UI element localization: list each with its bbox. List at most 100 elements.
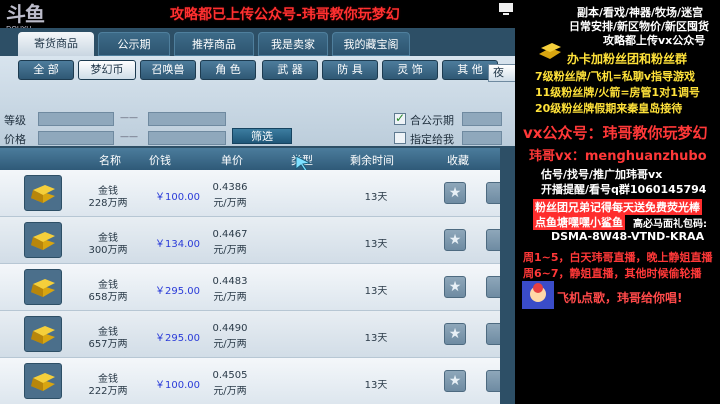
listing-table: 金钱 228万两 ￥100.00 0.4386 元/万两 13天 ★ 金钱 30… <box>0 170 506 404</box>
item-price: ￥134.00 <box>155 239 200 250</box>
item-unit-price: 0.4483 <box>212 276 248 287</box>
wechat-id: 玮哥vx：menghuanzhubo <box>529 149 707 164</box>
item-unit-price: 0.4467 <box>212 229 248 240</box>
gold-icon <box>24 269 62 305</box>
item-time: 13天 <box>364 239 388 250</box>
item-unit-price: 0.4505 <box>212 370 248 381</box>
tab-seller[interactable]: 我是卖家 <box>258 32 328 56</box>
star-icon[interactable]: ★ <box>444 229 466 251</box>
stream-info-panel: 副本/看戏/神器/牧场/迷宫 日常安排/新区物价/新区囤货 攻略都上传vx公众号… <box>515 0 720 404</box>
assigned-field[interactable] <box>462 131 502 145</box>
gold-icon <box>24 316 62 352</box>
item-time: 13天 <box>364 286 388 297</box>
item-unit-price: 0.4386 <box>212 182 248 193</box>
level-min-field[interactable] <box>38 112 114 126</box>
table-row[interactable]: 金钱 300万两 ￥134.00 0.4467 元/万两 13天 ★ <box>0 217 506 264</box>
fan-level-line: 7级粉丝牌/飞机=私聊v指导游戏 <box>535 70 696 83</box>
category-pet[interactable]: 召唤兽 <box>140 60 196 80</box>
item-time: 13天 <box>364 192 388 203</box>
screen: 斗鱼 DOUYU 攻略都已上传公众号-玮哥教你玩梦幻 寄货商品 公示期 推荐商品… <box>0 0 720 404</box>
monitor-icon <box>499 3 513 15</box>
tab-consignment[interactable]: 寄货商品 <box>18 32 94 56</box>
star-icon[interactable]: ★ <box>444 323 466 345</box>
item-price: ￥100.00 <box>155 380 200 391</box>
estimate-line: 估号/找号/推广加玮哥vx <box>541 168 663 181</box>
item-amount: 657万两 <box>88 339 128 350</box>
item-amount: 300万两 <box>88 245 128 256</box>
gift-code: DSMA-8W48-VTND-KRAA <box>551 230 705 243</box>
item-time: 13天 <box>364 333 388 344</box>
item-unit-label: 元/万两 <box>213 339 247 350</box>
gold-icon <box>24 175 62 211</box>
item-amount: 228万两 <box>88 198 128 209</box>
price-max-field[interactable] <box>148 131 226 145</box>
fan-gift-line: 粉丝团兄弟记得每天送免费荧光棒 <box>533 199 702 215</box>
fan-level-line: 20级粉丝牌假期来秦皇岛接待 <box>535 102 683 115</box>
filter-button[interactable]: 筛选 <box>232 128 292 144</box>
qq-group-line: 开播提醒/看号q群1060145794 <box>541 183 707 196</box>
footer-text: 飞机点歌，玮哥给你唱! <box>557 291 683 305</box>
item-price: ￥295.00 <box>155 286 200 297</box>
scrollbar[interactable] <box>500 148 515 404</box>
fan-level-line: 11级粉丝牌/火箭=房管1对1调号 <box>535 86 700 99</box>
public-period-field[interactable] <box>462 112 502 126</box>
category-weapon[interactable]: 武 器 <box>262 60 318 80</box>
filter-panel: 全 部 梦幻币 召唤兽 角 色 武 器 防 具 灵 饰 其 他 等级 —— 价格… <box>0 56 515 146</box>
tab-bar: 寄货商品 公示期 推荐商品 我是卖家 我的藏宝阁 <box>0 32 515 56</box>
gold-bar-icon <box>539 43 561 59</box>
wechat-public-account: vx公众号：玮哥教你玩梦幻 <box>523 124 708 142</box>
level-dash: —— <box>120 113 138 123</box>
level-label: 等级 <box>4 114 26 127</box>
sort-direction-field[interactable]: 夜 <box>488 64 515 82</box>
item-unit-price: 0.4490 <box>212 323 248 334</box>
category-ornament[interactable]: 灵 饰 <box>382 60 438 80</box>
trade-window: 寄货商品 公示期 推荐商品 我是卖家 我的藏宝阁 全 部 梦幻币 召唤兽 角 色… <box>0 28 515 404</box>
table-row[interactable]: 金钱 228万两 ￥100.00 0.4386 元/万两 13天 ★ <box>0 170 506 217</box>
item-unit-label: 元/万两 <box>213 198 247 209</box>
stream-title: 攻略都已上传公众号-玮哥教你玩梦幻 <box>170 7 400 23</box>
star-icon[interactable]: ★ <box>444 276 466 298</box>
table-row[interactable]: 金钱 222万两 ￥100.00 0.4505 元/万两 13天 ★ <box>0 358 506 404</box>
col-fav[interactable]: 收藏 <box>438 152 478 168</box>
col-name[interactable]: 名称 <box>90 152 130 168</box>
gold-icon <box>24 363 62 399</box>
item-price: ￥100.00 <box>155 192 200 203</box>
tab-treasure[interactable]: 我的藏宝阁 <box>332 32 410 56</box>
item-price: ￥295.00 <box>155 333 200 344</box>
schedule-line: 周6~7，静姐直播，其他时候偷轮播 <box>523 267 702 280</box>
category-armor[interactable]: 防 具 <box>322 60 378 80</box>
info-line: 攻略都上传vx公众号 <box>603 34 706 47</box>
price-min-field[interactable] <box>38 131 114 145</box>
table-row[interactable]: 金钱 657万两 ￥295.00 0.4490 元/万两 13天 ★ <box>0 311 506 358</box>
category-role[interactable]: 角 色 <box>200 60 256 80</box>
gift-code-label: 高必马面礼包码: <box>633 219 707 230</box>
tab-publicity[interactable]: 公示期 <box>98 32 170 56</box>
assigned-checkbox[interactable] <box>394 132 406 144</box>
tab-recommended[interactable]: 推荐商品 <box>174 32 254 56</box>
star-icon[interactable]: ★ <box>444 182 466 204</box>
star-icon[interactable]: ★ <box>444 370 466 392</box>
category-currency[interactable]: 梦幻币 <box>78 60 136 80</box>
category-all[interactable]: 全 部 <box>18 60 74 80</box>
join-fans-text: 办卡加粉丝团和粉丝群 <box>567 52 688 66</box>
item-unit-label: 元/万两 <box>213 245 247 256</box>
table-header: 名称 价钱 单价 类型 剩余时间 收藏 <box>0 148 515 172</box>
item-unit-label: 元/万两 <box>213 386 247 397</box>
col-price[interactable]: 价钱 <box>140 152 180 168</box>
item-amount: 658万两 <box>88 292 128 303</box>
logo-text: 斗鱼 <box>6 2 45 26</box>
col-time[interactable]: 剩余时间 <box>340 152 404 168</box>
price-label: 价格 <box>4 133 26 146</box>
table-row[interactable]: 金钱 658万两 ￥295.00 0.4483 元/万两 13天 ★ <box>0 264 506 311</box>
level-max-field[interactable] <box>148 112 226 126</box>
item-unit-label: 元/万两 <box>213 292 247 303</box>
item-time: 13天 <box>364 380 388 391</box>
assigned-label: 指定给我 <box>410 133 454 146</box>
item-amount: 222万两 <box>88 386 128 397</box>
price-dash: —— <box>120 132 138 142</box>
public-period-label: 合公示期 <box>410 114 454 127</box>
fish-pond-line: 点鱼塘嘿嘿小鲨鱼 <box>533 214 625 230</box>
public-period-checkbox[interactable] <box>394 111 406 125</box>
gold-icon <box>24 222 62 258</box>
col-unit[interactable]: 单价 <box>212 152 252 168</box>
